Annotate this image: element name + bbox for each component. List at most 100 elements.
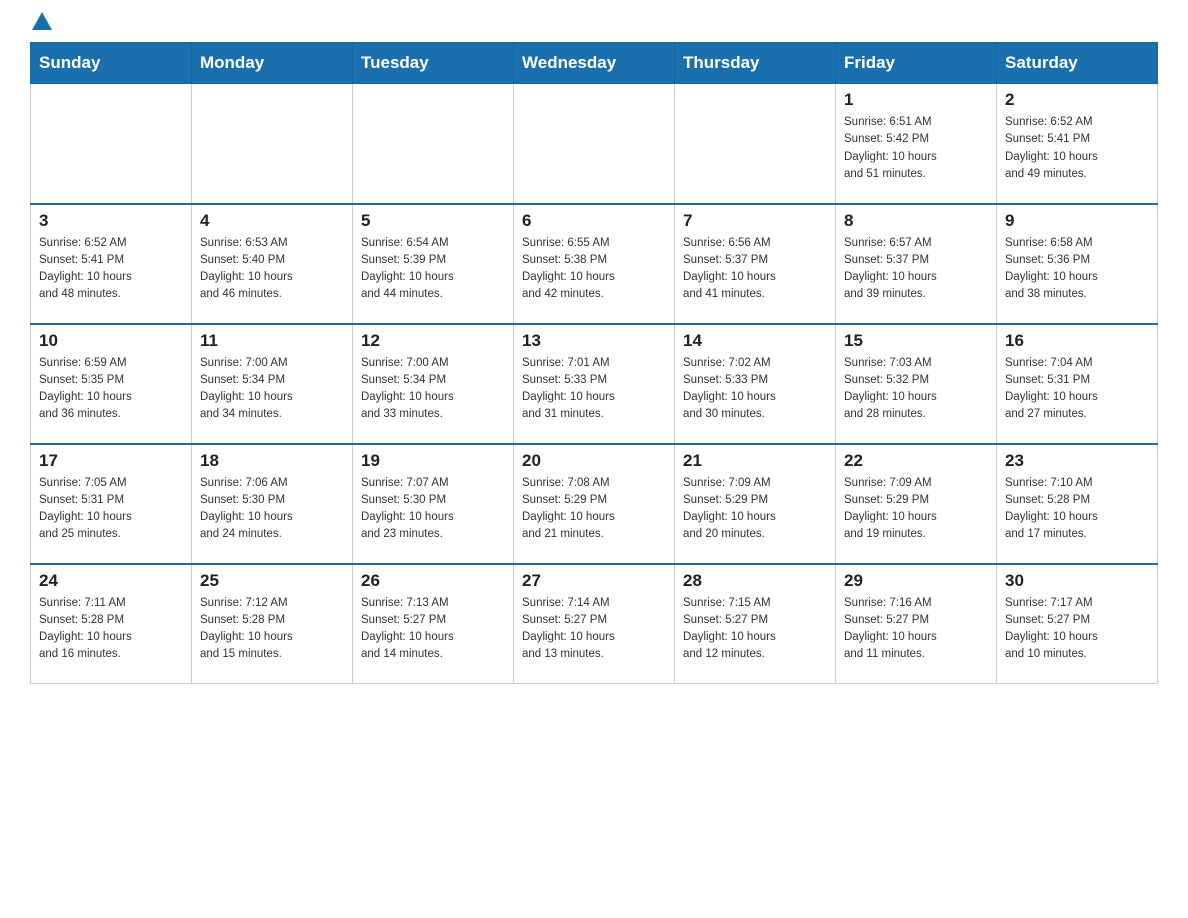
column-header-saturday: Saturday [997,43,1158,84]
day-number: 25 [200,571,344,591]
calendar-cell: 7 Sunrise: 6:56 AM Sunset: 5:37 PM Daylig… [675,204,836,324]
calendar-cell: 14 Sunrise: 7:02 AM Sunset: 5:33 PM Dayli… [675,324,836,444]
day-number: 19 [361,451,505,471]
day-info: Sunrise: 7:05 AM Sunset: 5:31 PM Dayligh… [39,475,183,544]
week-row-1: 1 Sunrise: 6:51 AM Sunset: 5:42 PM Daylig… [31,84,1158,204]
calendar-cell: 9 Sunrise: 6:58 AM Sunset: 5:36 PM Daylig… [997,204,1158,324]
week-row-2: 3Sunrise: 6:52 AM Sunset: 5:41 PM Daylig… [31,204,1158,324]
day-info: Sunrise: 7:09 AM Sunset: 5:29 PM Dayligh… [844,475,988,544]
calendar-cell [353,84,514,204]
calendar-cell: 16Sunrise: 7:04 AM Sunset: 5:31 PM Dayli… [997,324,1158,444]
calendar-cell: 5 Sunrise: 6:54 AM Sunset: 5:39 PM Daylig… [353,204,514,324]
day-info: Sunrise: 7:13 AM Sunset: 5:27 PM Dayligh… [361,595,505,664]
day-info: Sunrise: 7:00 AM Sunset: 5:34 PM Dayligh… [361,355,505,424]
day-number: 20 [522,451,666,471]
day-number: 22 [844,451,988,471]
day-number: 14 [683,331,827,351]
calendar-cell: 18Sunrise: 7:06 AM Sunset: 5:30 PM Dayli… [192,444,353,564]
day-info: Sunrise: 7:08 AM Sunset: 5:29 PM Dayligh… [522,475,666,544]
calendar-cell: 24 Sunrise: 7:11 AM Sunset: 5:28 PM Dayli… [31,564,192,684]
logo [30,20,52,32]
day-info: Sunrise: 7:01 AM Sunset: 5:33 PM Dayligh… [522,355,666,424]
day-number: 3 [39,211,183,231]
day-info: Sunrise: 6:59 AM Sunset: 5:35 PM Dayligh… [39,355,183,424]
day-info: Sunrise: 7:11 AM Sunset: 5:28 PM Dayligh… [39,595,183,664]
calendar-cell: 11 Sunrise: 7:00 AM Sunset: 5:34 PM Dayli… [192,324,353,444]
day-number: 13 [522,331,666,351]
day-info: Sunrise: 7:03 AM Sunset: 5:32 PM Dayligh… [844,355,988,424]
column-header-thursday: Thursday [675,43,836,84]
day-number: 9 [1005,211,1149,231]
calendar-cell: 29 Sunrise: 7:16 AM Sunset: 5:27 PM Dayli… [836,564,997,684]
calendar-cell: 1 Sunrise: 6:51 AM Sunset: 5:42 PM Daylig… [836,84,997,204]
day-info: Sunrise: 7:10 AM Sunset: 5:28 PM Dayligh… [1005,475,1149,544]
week-row-4: 17 Sunrise: 7:05 AM Sunset: 5:31 PM Dayli… [31,444,1158,564]
column-header-monday: Monday [192,43,353,84]
day-info: Sunrise: 7:16 AM Sunset: 5:27 PM Dayligh… [844,595,988,664]
calendar-cell: 4Sunrise: 6:53 AM Sunset: 5:40 PM Daylig… [192,204,353,324]
calendar-cell: 30Sunrise: 7:17 AM Sunset: 5:27 PM Dayli… [997,564,1158,684]
day-number: 28 [683,571,827,591]
calendar-cell [192,84,353,204]
calendar-cell: 2 Sunrise: 6:52 AM Sunset: 5:41 PM Daylig… [997,84,1158,204]
week-row-5: 24 Sunrise: 7:11 AM Sunset: 5:28 PM Dayli… [31,564,1158,684]
day-number: 24 [39,571,183,591]
day-number: 10 [39,331,183,351]
calendar-cell: 23Sunrise: 7:10 AM Sunset: 5:28 PM Dayli… [997,444,1158,564]
calendar-cell [514,84,675,204]
day-number: 30 [1005,571,1149,591]
calendar-cell: 28 Sunrise: 7:15 AM Sunset: 5:27 PM Dayli… [675,564,836,684]
day-number: 11 [200,331,344,351]
day-info: Sunrise: 7:04 AM Sunset: 5:31 PM Dayligh… [1005,355,1149,424]
week-row-3: 10 Sunrise: 6:59 AM Sunset: 5:35 PM Dayli… [31,324,1158,444]
day-number: 6 [522,211,666,231]
day-info: Sunrise: 7:00 AM Sunset: 5:34 PM Dayligh… [200,355,344,424]
calendar-table: SundayMondayTuesdayWednesdayThursdayFrid… [30,42,1158,684]
column-header-wednesday: Wednesday [514,43,675,84]
calendar-cell: 3Sunrise: 6:52 AM Sunset: 5:41 PM Daylig… [31,204,192,324]
calendar-cell: 10 Sunrise: 6:59 AM Sunset: 5:35 PM Dayli… [31,324,192,444]
day-number: 1 [844,90,988,110]
calendar-cell: 17 Sunrise: 7:05 AM Sunset: 5:31 PM Dayli… [31,444,192,564]
day-number: 15 [844,331,988,351]
day-number: 17 [39,451,183,471]
day-info: Sunrise: 6:55 AM Sunset: 5:38 PM Dayligh… [522,235,666,304]
day-number: 27 [522,571,666,591]
column-header-sunday: Sunday [31,43,192,84]
page-header [30,20,1158,32]
day-info: Sunrise: 6:56 AM Sunset: 5:37 PM Dayligh… [683,235,827,304]
calendar-cell [675,84,836,204]
day-number: 4 [200,211,344,231]
calendar-cell: 21 Sunrise: 7:09 AM Sunset: 5:29 PM Dayli… [675,444,836,564]
day-info: Sunrise: 7:02 AM Sunset: 5:33 PM Dayligh… [683,355,827,424]
logo-triangle-icon [32,12,52,32]
day-info: Sunrise: 6:58 AM Sunset: 5:36 PM Dayligh… [1005,235,1149,304]
calendar-cell: 6 Sunrise: 6:55 AM Sunset: 5:38 PM Daylig… [514,204,675,324]
calendar-cell: 26Sunrise: 7:13 AM Sunset: 5:27 PM Dayli… [353,564,514,684]
day-number: 21 [683,451,827,471]
day-number: 12 [361,331,505,351]
day-info: Sunrise: 7:09 AM Sunset: 5:29 PM Dayligh… [683,475,827,544]
day-info: Sunrise: 6:54 AM Sunset: 5:39 PM Dayligh… [361,235,505,304]
column-header-friday: Friday [836,43,997,84]
calendar-cell: 22 Sunrise: 7:09 AM Sunset: 5:29 PM Dayli… [836,444,997,564]
day-info: Sunrise: 7:06 AM Sunset: 5:30 PM Dayligh… [200,475,344,544]
calendar-cell: 8Sunrise: 6:57 AM Sunset: 5:37 PM Daylig… [836,204,997,324]
day-info: Sunrise: 7:07 AM Sunset: 5:30 PM Dayligh… [361,475,505,544]
day-info: Sunrise: 7:14 AM Sunset: 5:27 PM Dayligh… [522,595,666,664]
day-info: Sunrise: 6:51 AM Sunset: 5:42 PM Dayligh… [844,114,988,183]
day-number: 5 [361,211,505,231]
calendar-cell: 13 Sunrise: 7:01 AM Sunset: 5:33 PM Dayli… [514,324,675,444]
column-header-tuesday: Tuesday [353,43,514,84]
calendar-header-row: SundayMondayTuesdayWednesdayThursdayFrid… [31,43,1158,84]
day-info: Sunrise: 7:15 AM Sunset: 5:27 PM Dayligh… [683,595,827,664]
day-number: 7 [683,211,827,231]
day-number: 29 [844,571,988,591]
calendar-cell: 19 Sunrise: 7:07 AM Sunset: 5:30 PM Dayli… [353,444,514,564]
day-number: 8 [844,211,988,231]
day-info: Sunrise: 7:12 AM Sunset: 5:28 PM Dayligh… [200,595,344,664]
calendar-cell: 15 Sunrise: 7:03 AM Sunset: 5:32 PM Dayli… [836,324,997,444]
day-info: Sunrise: 6:52 AM Sunset: 5:41 PM Dayligh… [1005,114,1149,183]
day-number: 2 [1005,90,1149,110]
calendar-cell [31,84,192,204]
